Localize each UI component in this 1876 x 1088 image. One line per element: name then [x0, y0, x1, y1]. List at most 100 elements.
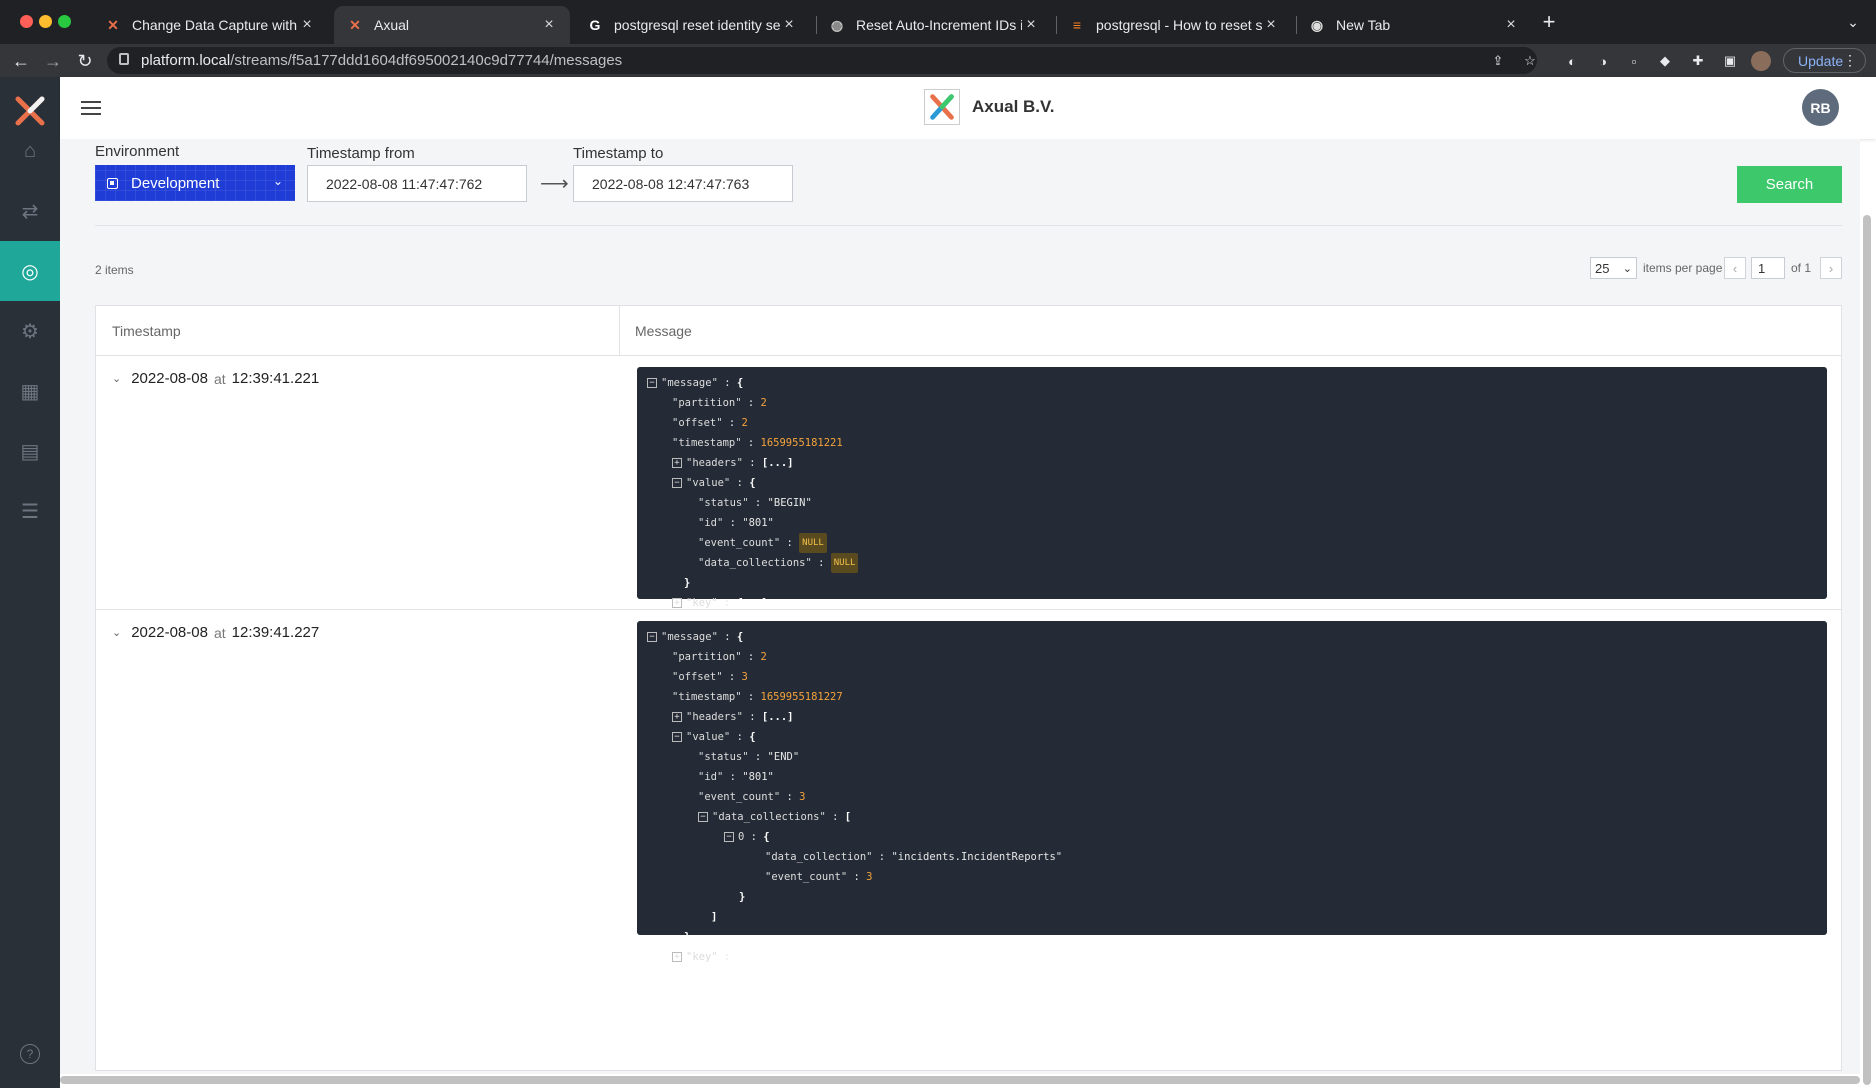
- extension-4-icon[interactable]: ◆: [1655, 51, 1675, 71]
- timestamp-from-input[interactable]: 2022-08-08 11:47:47:762: [307, 165, 527, 202]
- profile-avatar-icon[interactable]: [1751, 51, 1771, 71]
- nav-settings-sliders-icon[interactable]: ☰: [0, 481, 60, 541]
- divider: [95, 225, 1842, 226]
- bookmark-star-icon[interactable]: ☆: [1520, 51, 1540, 71]
- json-line: − "value" : {: [647, 473, 1817, 493]
- collapse-icon[interactable]: −: [724, 832, 734, 842]
- close-window-button[interactable]: [20, 15, 33, 28]
- kebab-menu-icon[interactable]: ⋮: [1843, 52, 1857, 69]
- nav-clipboard-icon[interactable]: ▤: [0, 421, 60, 481]
- zoom-window-button[interactable]: [58, 15, 71, 28]
- row-timestamp[interactable]: ⌄ 2022-08-08 at 12:39:41.227: [112, 624, 319, 641]
- json-collapsed[interactable]: [...]: [762, 453, 794, 473]
- puzzle-extensions-icon[interactable]: ✚: [1688, 51, 1708, 71]
- new-tab-plus-icon[interactable]: +: [1536, 9, 1562, 35]
- items-per-page-select[interactable]: 25 ⌄: [1590, 257, 1637, 279]
- tab-axual[interactable]: ✕ Axual ×: [334, 6, 570, 44]
- collapse-icon[interactable]: −: [647, 632, 657, 642]
- close-icon[interactable]: ×: [540, 16, 558, 34]
- vertical-scrollbar[interactable]: [1863, 215, 1871, 1085]
- json-value: "incidents.IncidentReports": [891, 851, 1063, 863]
- page-input[interactable]: 1: [1751, 257, 1785, 279]
- row-date: 2022-08-08: [131, 370, 208, 387]
- tab-new-tab[interactable]: ◉ New Tab ×: [1296, 6, 1532, 44]
- horizontal-scrollbar[interactable]: [60, 1076, 1860, 1084]
- json-value: "BEGIN": [767, 497, 812, 509]
- user-avatar[interactable]: RB: [1802, 89, 1839, 126]
- json-key: "offset": [672, 417, 723, 429]
- expand-icon[interactable]: +: [672, 952, 682, 962]
- nav-dashboard-icon[interactable]: ▦: [0, 361, 60, 421]
- collapse-icon[interactable]: −: [647, 378, 657, 388]
- url-omnibox[interactable]: platform.local/streams/f5a177ddd1604df69…: [107, 47, 1537, 74]
- nav-messages-icon[interactable]: ◎: [0, 241, 60, 301]
- browser-chrome: ✕ Change Data Capture with Pos × ✕ Axual…: [0, 0, 1876, 77]
- json-line: + "headers" : [...]: [647, 453, 1817, 473]
- update-button[interactable]: Update ⋮: [1783, 48, 1866, 73]
- json-key: "event_count": [765, 871, 848, 883]
- json-key: "headers": [686, 711, 743, 723]
- side-panel-icon[interactable]: ▣: [1720, 51, 1740, 71]
- json-key: "id": [698, 517, 724, 529]
- search-button[interactable]: Search: [1737, 166, 1842, 203]
- environment-select[interactable]: Development ⌄: [95, 165, 295, 201]
- reload-icon[interactable]: ↻: [72, 48, 98, 74]
- minimize-window-button[interactable]: [39, 15, 52, 28]
- next-page-button[interactable]: ›: [1820, 257, 1842, 279]
- chevron-down-icon[interactable]: ⌄: [112, 372, 121, 385]
- extension-3-icon[interactable]: ▫: [1624, 51, 1644, 71]
- back-arrow-icon[interactable]: ←: [8, 48, 34, 74]
- help-icon[interactable]: ?: [20, 1044, 40, 1064]
- expand-icon[interactable]: +: [672, 458, 682, 468]
- json-collapsed[interactable]: {...}: [737, 947, 769, 967]
- close-icon[interactable]: ×: [1022, 16, 1040, 34]
- json-line: "timestamp" : 1659955181221: [647, 433, 1817, 453]
- extension-1-icon[interactable]: ◐: [1562, 51, 1582, 71]
- chevron-down-icon[interactable]: ⌄: [112, 626, 121, 639]
- col-header-message[interactable]: Message: [619, 306, 692, 356]
- previous-page-button[interactable]: ‹: [1724, 257, 1746, 279]
- col-header-timestamp[interactable]: Timestamp: [96, 306, 181, 356]
- json-key: "event_count": [698, 537, 781, 549]
- update-label: Update: [1798, 52, 1844, 69]
- json-line: + "key" : {...}: [647, 947, 1817, 967]
- extension-2-icon[interactable]: ◑: [1593, 51, 1613, 71]
- row-timestamp[interactable]: ⌄ 2022-08-08 at 12:39:41.221: [112, 370, 319, 387]
- json-collapsed[interactable]: [...]: [762, 707, 794, 727]
- json-key: "value": [686, 731, 731, 743]
- expand-icon[interactable]: +: [672, 598, 682, 608]
- collapse-icon[interactable]: −: [672, 478, 682, 488]
- forward-arrow-icon[interactable]: →: [40, 48, 66, 74]
- close-icon[interactable]: ×: [1502, 16, 1520, 34]
- json-value: 2: [760, 397, 767, 409]
- tab-reset-auto-increment[interactable]: ◍ Reset Auto-Increment IDs in Po ×: [816, 6, 1052, 44]
- timestamp-to-input[interactable]: 2022-08-08 12:47:47:763: [573, 165, 793, 202]
- tab-postgresql-reset-identity[interactable]: G postgresql reset identity seque ×: [574, 6, 810, 44]
- json-line: "data_collection" : "incidents.IncidentR…: [647, 847, 1817, 867]
- hamburger-menu-icon[interactable]: [81, 101, 101, 115]
- share-icon[interactable]: ⇪: [1488, 51, 1508, 71]
- json-line: }: [684, 577, 691, 589]
- axual-logo-icon: ✕: [349, 16, 361, 33]
- nav-home-icon[interactable]: ⌂: [0, 121, 60, 181]
- stackoverflow-icon: ≡: [1072, 17, 1082, 33]
- tab-postgresql-how-to-reset[interactable]: ≡ postgresql - How to reset sequ ×: [1056, 6, 1292, 44]
- tab-search-chevron-icon[interactable]: ⌄: [1840, 9, 1866, 35]
- close-icon[interactable]: ×: [298, 16, 316, 34]
- collapse-icon[interactable]: −: [672, 732, 682, 742]
- json-line: "data_collections" : NULL: [647, 553, 1817, 573]
- expand-icon[interactable]: +: [672, 712, 682, 722]
- close-icon[interactable]: ×: [1262, 16, 1280, 34]
- close-icon[interactable]: ×: [780, 16, 798, 34]
- nav-streams-icon[interactable]: ⇄: [0, 181, 60, 241]
- json-value: 2: [741, 417, 748, 429]
- collapse-icon[interactable]: −: [698, 812, 708, 822]
- tab-change-data-capture[interactable]: ✕ Change Data Capture with Pos ×: [92, 6, 328, 44]
- json-key: "message": [661, 631, 718, 643]
- page-of-label: of 1: [1791, 261, 1812, 275]
- table-row: ⌄ 2022-08-08 at 12:39:41.221 − "message" …: [96, 356, 1841, 629]
- address-bar: ← → ↻ platform.local/streams/f5a177ddd16…: [0, 44, 1876, 77]
- nav-applications-icon[interactable]: ⚙: [0, 301, 60, 361]
- row-at: at: [213, 370, 226, 387]
- items-per-page-label: items per page: [1643, 261, 1723, 275]
